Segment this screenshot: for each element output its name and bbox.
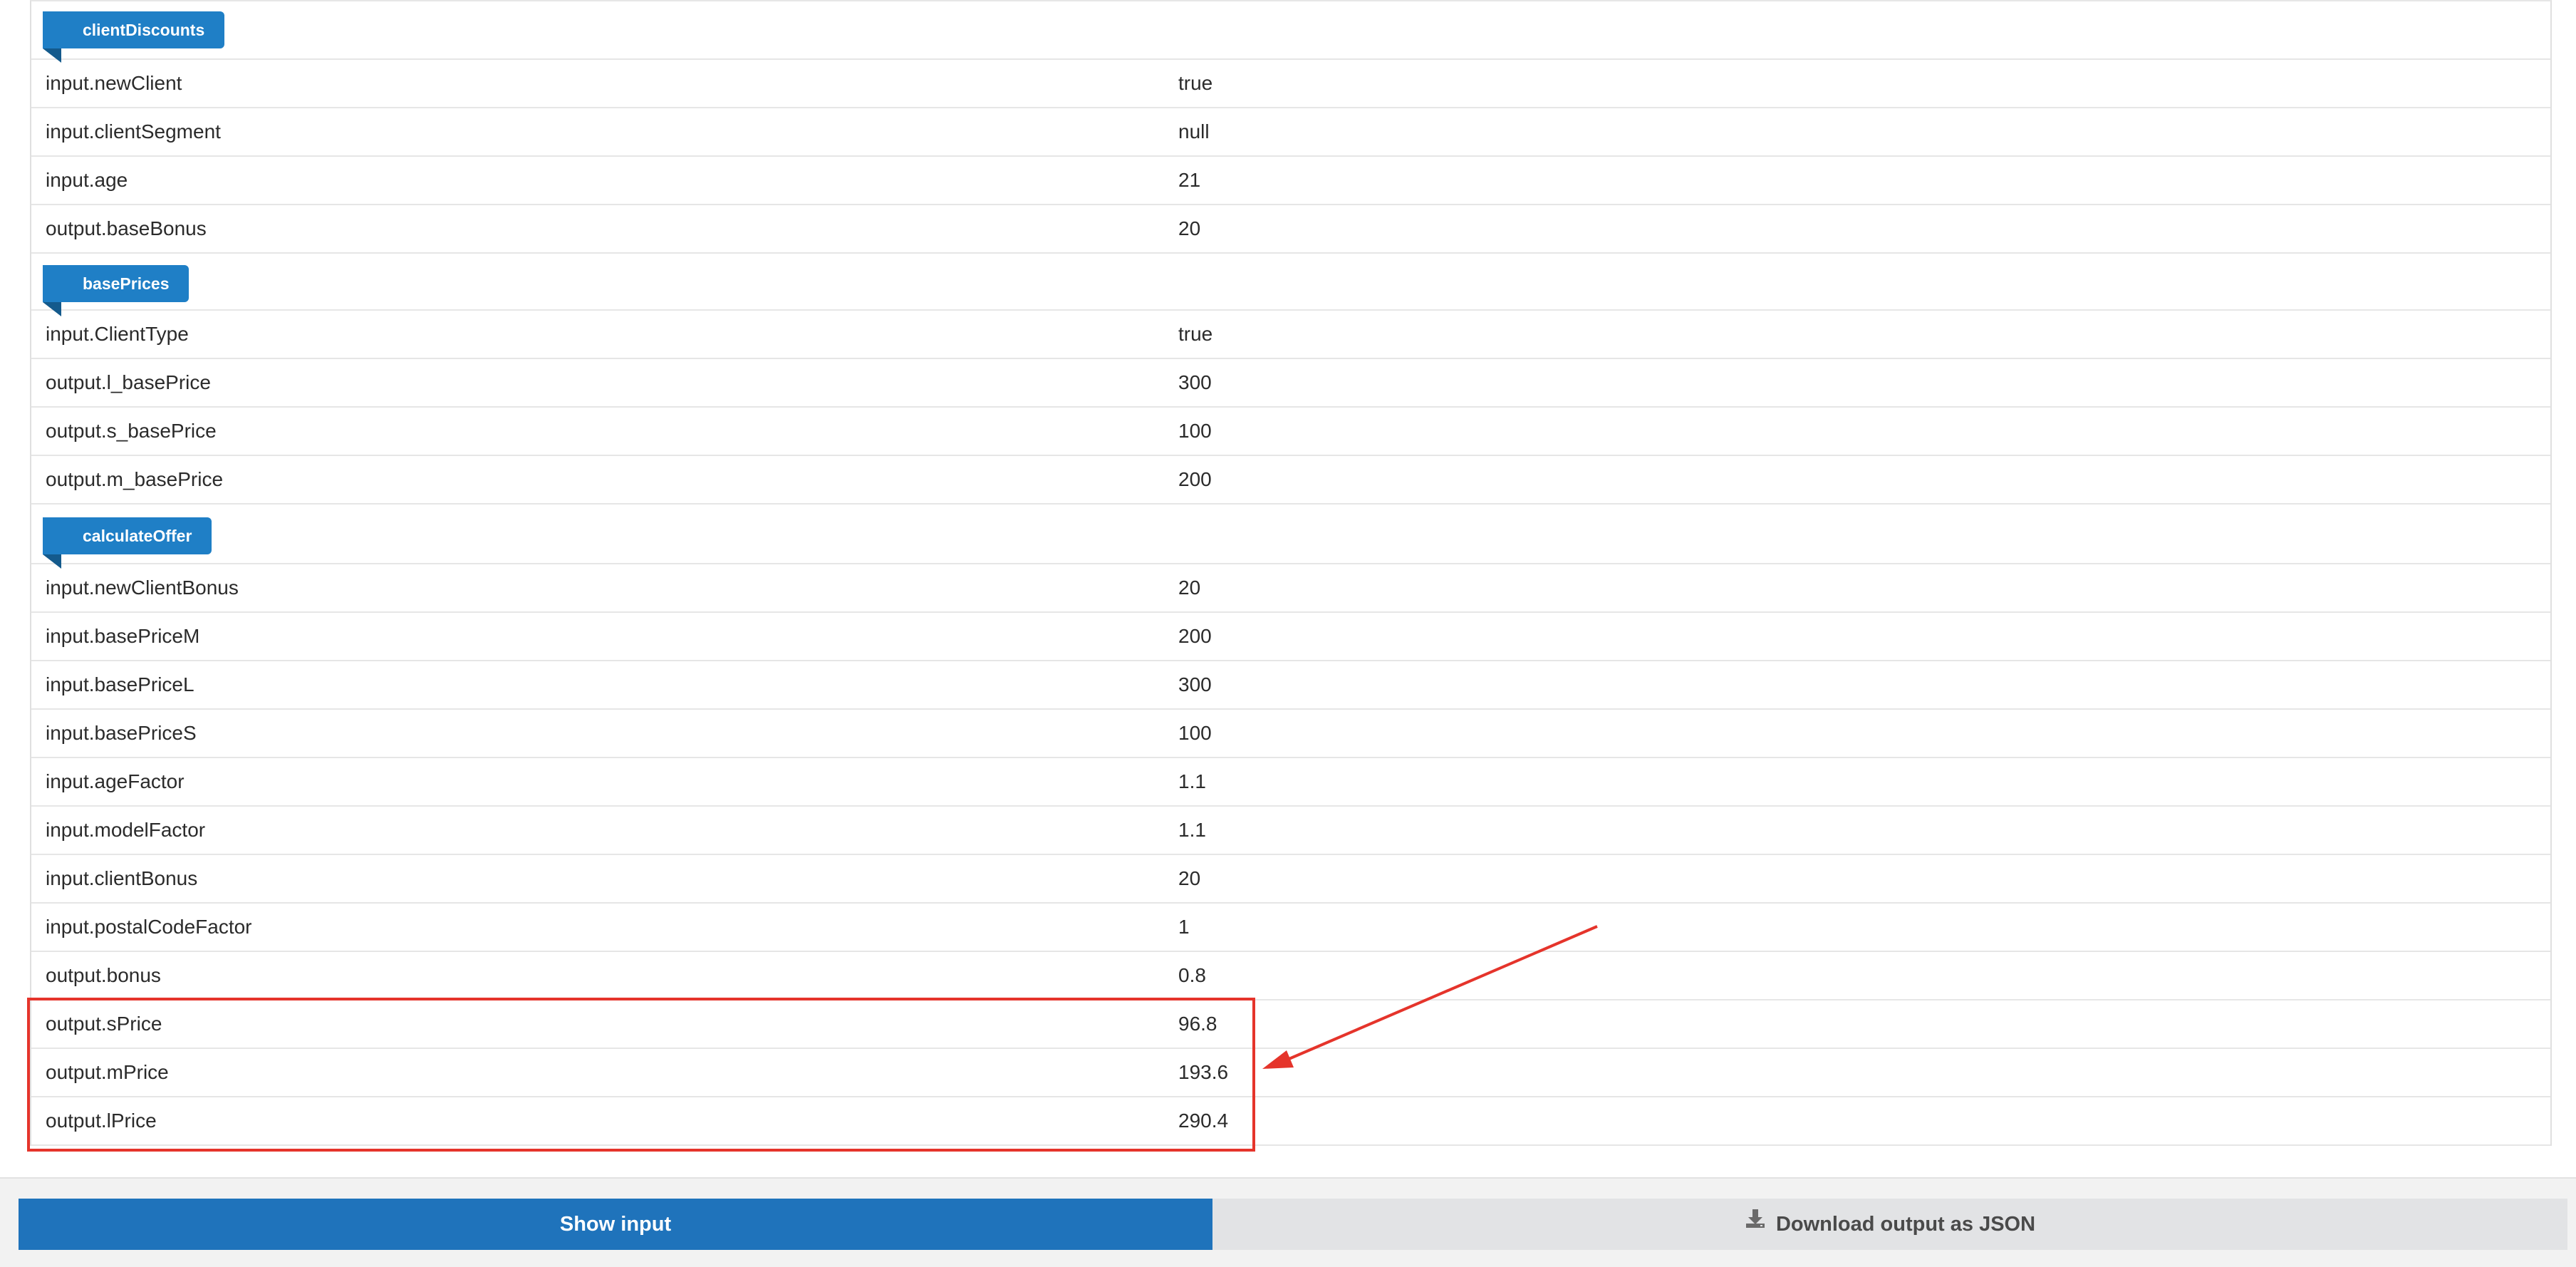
row-value: 0.8 [1178, 964, 1206, 986]
table-row: output.lPrice 290.4 [31, 1097, 2550, 1146]
row-value: 193.6 [1178, 1061, 1229, 1083]
table-row: output.s_basePrice 100 [31, 408, 2550, 456]
row-value: 20 [1178, 576, 1201, 599]
table-row: output.bonus 0.8 [31, 952, 2550, 1000]
download-label: Download output as JSON [1775, 1213, 2036, 1236]
row-value: 1.1 [1178, 819, 1206, 841]
row-value: 20 [1178, 867, 1201, 889]
download-json-button[interactable]: Download output as JSON [1212, 1199, 2567, 1250]
table-row: output.sPrice 96.8 [31, 1000, 2550, 1049]
row-key: output.sPrice [46, 1013, 162, 1035]
row-key: input.basePriceL [46, 673, 194, 695]
row-key: output.s_basePrice [46, 420, 217, 442]
row-value: 300 [1178, 673, 1212, 695]
show-input-label: Show input [559, 1213, 672, 1236]
row-value: true [1178, 72, 1213, 94]
row-key: input.age [46, 169, 128, 191]
row-key: output.bonus [46, 964, 161, 986]
table-row: input.basePriceS 100 [31, 710, 2550, 758]
row-value: 1.1 [1178, 770, 1206, 792]
row-value: 100 [1178, 420, 1212, 442]
download-icon [1745, 1197, 1766, 1248]
row-key: input.ageFactor [46, 770, 185, 792]
row-value: 21 [1178, 169, 1201, 191]
row-key: output.m_basePrice [46, 468, 224, 490]
row-key: input.basePriceM [46, 625, 200, 647]
section-title-calculate-offer: calculateOffer [43, 517, 212, 569]
table-row: input.basePriceL 300 [31, 661, 2550, 710]
table-row: input.basePriceM 200 [31, 613, 2550, 661]
section-title-client-discounts: clientDiscounts [43, 11, 225, 63]
table-row: input.clientSegment null [31, 108, 2550, 157]
table-row: input.ageFactor 1.1 [31, 758, 2550, 807]
table-row: output.l_basePrice 300 [31, 359, 2550, 408]
row-value: 96.8 [1178, 1013, 1217, 1035]
table-row: output.m_basePrice 200 [31, 456, 2550, 505]
row-key: output.l_basePrice [46, 371, 211, 393]
row-key: input.newClientBonus [46, 576, 239, 599]
row-value: 100 [1178, 722, 1212, 744]
row-value: 20 [1178, 217, 1201, 239]
table-row: output.mPrice 193.6 [31, 1049, 2550, 1097]
row-value: true [1178, 323, 1213, 345]
row-value: 300 [1178, 371, 1212, 393]
row-key: input.ClientType [46, 323, 189, 345]
table-row: input.newClientBonus 20 [31, 564, 2550, 613]
row-key: output.lPrice [46, 1110, 157, 1132]
table-row: input.age 21 [31, 157, 2550, 205]
table-row: input.postalCodeFactor 1 [31, 904, 2550, 952]
row-value: 200 [1178, 468, 1212, 490]
table-row: input.newClient true [31, 60, 2550, 108]
row-value: 1 [1178, 916, 1190, 938]
row-key: input.clientSegment [46, 120, 221, 143]
row-value: 200 [1178, 625, 1212, 647]
decision-output-view: clientDiscounts input.newClient true inp… [0, 0, 2576, 1267]
section-header-client-discounts: clientDiscounts [31, 0, 2550, 63]
table-row: input.ClientType true [31, 311, 2550, 359]
row-key: input.modelFactor [46, 819, 206, 841]
show-input-button[interactable]: Show input [19, 1199, 1212, 1250]
row-key: input.newClient [46, 72, 182, 94]
section-title-base-prices: basePrices [43, 265, 189, 316]
row-value: null [1178, 120, 1210, 143]
row-key: output.baseBonus [46, 217, 207, 239]
table-row: output.baseBonus 20 [31, 205, 2550, 254]
section-header-base-prices: basePrices [31, 254, 2550, 316]
table-row: input.clientBonus 20 [31, 855, 2550, 904]
row-key: input.clientBonus [46, 867, 198, 889]
row-value: 290.4 [1178, 1110, 1229, 1132]
section-header-calculate-offer: calculateOffer [31, 505, 2550, 569]
table-row: input.modelFactor 1.1 [31, 807, 2550, 855]
row-key: input.postalCodeFactor [46, 916, 252, 938]
row-key: input.basePriceS [46, 722, 197, 744]
row-key: output.mPrice [46, 1061, 169, 1083]
